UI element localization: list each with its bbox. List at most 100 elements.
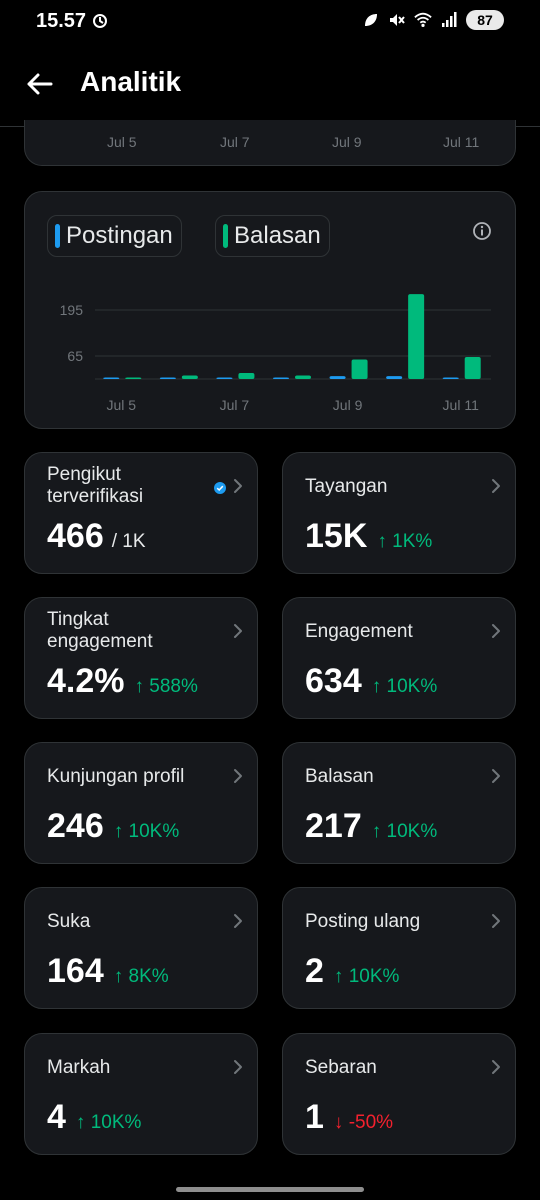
stat-title: Kunjungan profil: [47, 766, 185, 787]
stat-card-tayangan[interactable]: Tayangan 15K ↑ 1K%: [282, 452, 516, 574]
y-tick-label: 195: [60, 302, 84, 318]
stat-change: ↓ -50%: [333, 1112, 394, 1133]
chevron-right-icon: [234, 769, 242, 783]
stat-value-row: 1 ↓ -50%: [305, 1098, 393, 1137]
chevron-right-icon: [234, 1060, 242, 1074]
chevron-right-icon: [492, 479, 500, 493]
wifi-icon: [414, 12, 432, 28]
chevron-right-icon: [234, 479, 242, 493]
chevron-right-icon: [234, 914, 242, 928]
stat-value-row: 164 ↑ 8K%: [47, 952, 169, 991]
x-tick-label: Jul 11: [443, 134, 480, 150]
mute-icon: [390, 14, 405, 26]
bar-posts: [386, 376, 403, 379]
stat-title: Tingkat engagement: [47, 609, 153, 652]
posts-replies-chart-card: Postingan Balasan 65 195 Jul 5 Jul 7 Jul 9 Ju…: [24, 191, 516, 429]
stat-value-row: 4 ↑ 10K%: [47, 1098, 141, 1137]
verified-badge-icon: [214, 482, 226, 494]
bar-posts: [273, 377, 289, 379]
battery-indicator: 87: [466, 10, 504, 30]
sync-icon: [93, 14, 107, 28]
x-tick-label: Jul 7: [220, 134, 250, 150]
stat-value: 217: [305, 807, 362, 845]
page-title: Analitik: [80, 66, 182, 97]
x-tick-label: Jul 5: [107, 134, 137, 150]
app-header: Analitik: [0, 44, 540, 127]
stat-value: 4: [47, 1098, 66, 1136]
bar-replies: [181, 375, 198, 379]
stat-card-pengikut-terverifikasi[interactable]: Pengikut terverifikasi 466 / 1K: [24, 452, 258, 574]
stat-change: ↑ 8K%: [113, 966, 169, 987]
x-tick-label: Jul 11: [443, 397, 480, 413]
stat-value-row: 246 ↑ 10K%: [47, 807, 179, 846]
status-icons: 87: [362, 10, 504, 30]
stat-value: 246: [47, 807, 104, 845]
signal-icon: [442, 12, 457, 27]
stat-value-row: 466 / 1K: [47, 517, 146, 556]
stat-value: 634: [305, 662, 362, 700]
stat-total: / 1K: [111, 531, 146, 552]
chevron-right-icon: [492, 914, 500, 928]
stat-value: 15K: [305, 517, 368, 555]
stat-change: ↑ 10K%: [113, 821, 180, 842]
chevron-right-icon: [234, 624, 242, 638]
stat-card-sebaran[interactable]: Sebaran 1 ↓ -50%: [282, 1033, 516, 1155]
back-arrow-icon[interactable]: [24, 70, 54, 98]
bar-posts: [103, 377, 120, 379]
x-tick-label: Jul 9: [332, 134, 362, 150]
stat-value-row: 4.2% ↑ 588%: [47, 662, 198, 701]
stat-title: Suka: [47, 911, 91, 932]
stat-value-row: 634 ↑ 10K%: [305, 662, 437, 701]
y-tick-label: 65: [67, 348, 83, 364]
stat-card-tingkat-engagement[interactable]: Tingkat engagement 4.2% ↑ 588%: [24, 597, 258, 719]
stat-title: Engagement: [305, 621, 413, 642]
stat-change: ↑ 10K%: [371, 821, 438, 842]
stat-change: ↑ 1K%: [377, 531, 433, 552]
stat-change: ↑ 10K%: [75, 1112, 142, 1133]
x-tick-label: Jul 9: [333, 397, 363, 413]
chevron-right-icon: [492, 624, 500, 638]
bar-posts: [216, 377, 233, 379]
bar-chart: 65 195 Jul 5 Jul 7 Jul 9 Jul 11: [60, 294, 491, 413]
stat-change: ↑ 10K%: [371, 676, 438, 697]
stat-value: 2: [305, 952, 324, 990]
stat-card-posting-ulang[interactable]: Posting ulang 2 ↑ 10K%: [282, 887, 516, 1009]
stat-title: Posting ulang: [305, 911, 421, 932]
previous-chart-card: Jul 5 Jul 7 Jul 9 Jul 11: [24, 120, 516, 166]
bar-posts: [442, 377, 459, 379]
stat-change: ↑ 588%: [134, 676, 198, 697]
stat-value: 466: [47, 517, 104, 555]
stat-title: Tayangan: [305, 476, 388, 497]
stat-card-markah[interactable]: Markah 4 ↑ 10K%: [24, 1033, 258, 1155]
stat-card-balasan[interactable]: Balasan 217 ↑ 10K%: [282, 742, 516, 864]
bar-replies: [351, 359, 368, 379]
bar-replies: [408, 294, 425, 379]
x-tick-label: Jul 7: [220, 397, 250, 413]
stat-value-row: 15K ↑ 1K%: [305, 517, 432, 556]
stat-value: 164: [47, 952, 104, 990]
stat-card-kunjungan-profil[interactable]: Kunjungan profil 246 ↑ 10K%: [24, 742, 258, 864]
stat-card-suka[interactable]: Suka 164 ↑ 8K%: [24, 887, 258, 1009]
stat-value-row: 217 ↑ 10K%: [305, 807, 437, 846]
bar-replies: [238, 372, 255, 379]
status-bar: 15.57 87: [0, 0, 540, 44]
chevron-right-icon: [492, 1060, 500, 1074]
stat-title: Balasan: [305, 766, 374, 787]
stat-title: Sebaran: [305, 1057, 377, 1078]
stat-title: Pengikut terverifikasi: [47, 464, 144, 507]
status-time: 15.57: [36, 10, 87, 32]
stat-value: 4.2%: [47, 662, 125, 700]
chevron-right-icon: [492, 769, 500, 783]
home-indicator: [176, 1187, 364, 1192]
bar-replies: [295, 375, 311, 379]
bar-replies: [464, 357, 481, 379]
x-tick-label: Jul 5: [106, 397, 136, 413]
stat-card-engagement[interactable]: Engagement 634 ↑ 10K%: [282, 597, 516, 719]
bar-posts: [159, 377, 176, 379]
bar-posts: [329, 376, 346, 379]
leaf-icon: [365, 14, 377, 26]
bar-replies: [125, 377, 142, 379]
stat-value: 1: [305, 1098, 324, 1136]
stat-value-row: 2 ↑ 10K%: [305, 952, 399, 991]
stat-change: ↑ 10K%: [333, 966, 400, 987]
